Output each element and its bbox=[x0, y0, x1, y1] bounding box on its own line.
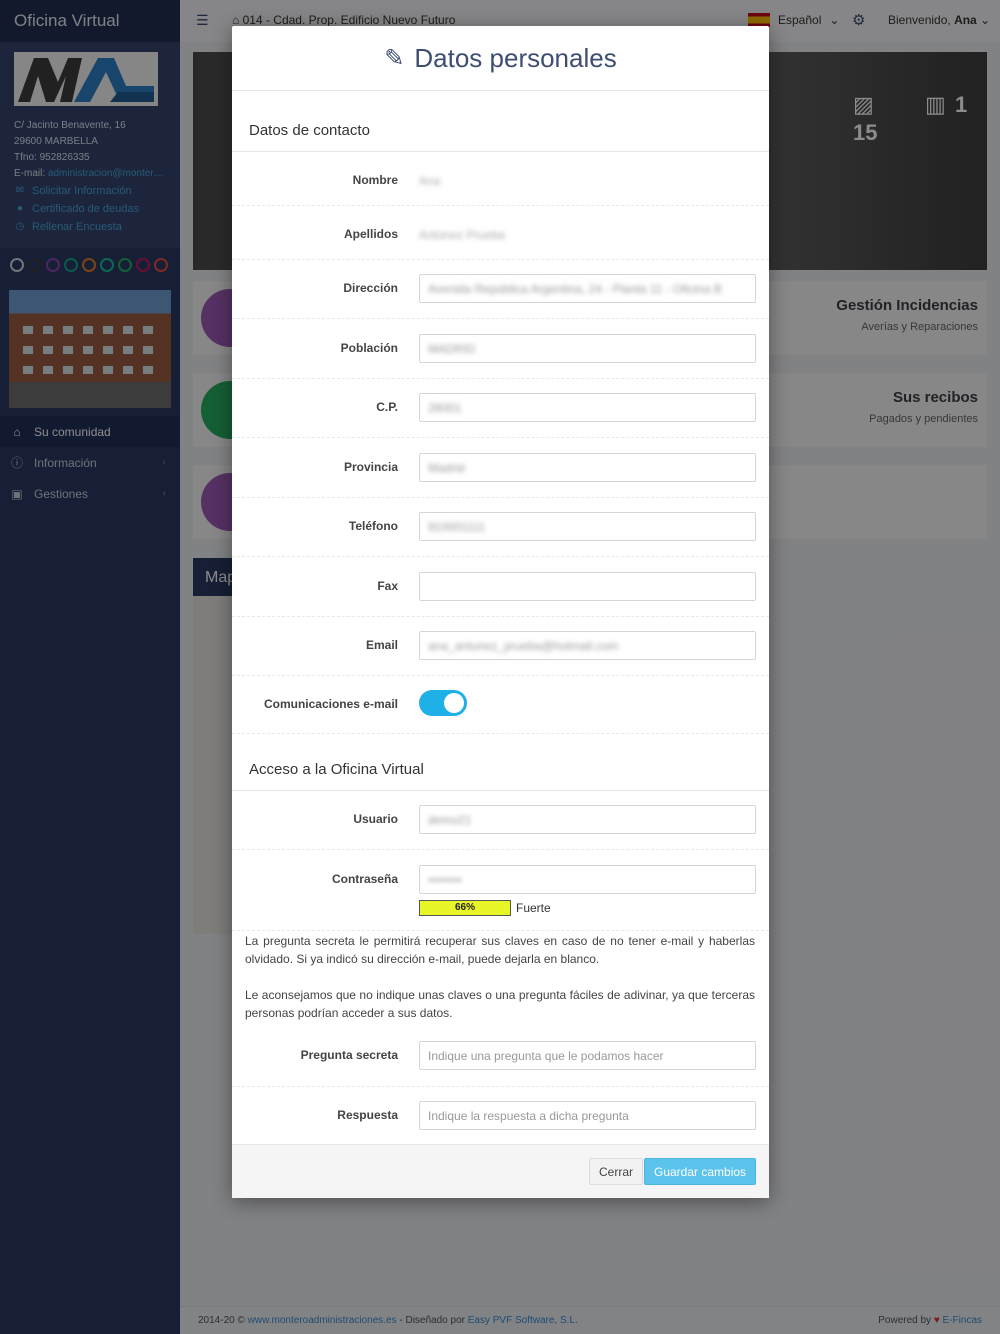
usuario-value: demo21 bbox=[428, 813, 472, 827]
nombre-label: Nombre bbox=[352, 173, 398, 187]
provincia-label: Provincia bbox=[343, 460, 398, 474]
respuesta-label: Respuesta bbox=[337, 1108, 398, 1122]
contact-section-title: Datos de contacto bbox=[249, 122, 370, 139]
secret-answer-input[interactable]: Indique la respuesta a dicha pregunta bbox=[419, 1101, 756, 1130]
security-help-text: La pregunta secreta le permitirá recuper… bbox=[245, 934, 755, 966]
divider bbox=[232, 497, 769, 498]
divider bbox=[232, 1086, 769, 1087]
save-button[interactable]: Guardar cambios bbox=[644, 1158, 757, 1185]
access-section-title: Acceso a la Oficina Virtual bbox=[249, 761, 424, 778]
email-label: Email bbox=[365, 638, 398, 652]
divider bbox=[232, 616, 769, 617]
provincia-input[interactable]: Madrid bbox=[419, 453, 756, 482]
divider bbox=[232, 205, 769, 206]
poblacion-input[interactable]: MADRID bbox=[419, 334, 756, 363]
direccion-label: Dirección bbox=[343, 281, 398, 295]
email-value: ana_antunez_prueba@hotmail.com bbox=[428, 639, 619, 653]
divider bbox=[232, 790, 769, 791]
nombre-value: Ana bbox=[419, 174, 441, 188]
divider bbox=[232, 151, 769, 152]
telefono-label: Teléfono bbox=[348, 519, 398, 533]
telefono-input[interactable]: 910001111 bbox=[419, 512, 756, 541]
pregunta-label: Pregunta secreta bbox=[300, 1048, 398, 1062]
telefono-value: 910001111 bbox=[428, 520, 486, 534]
apellidos-label: Apellidos bbox=[343, 227, 398, 241]
password-input[interactable]: •••••••• bbox=[419, 865, 756, 894]
email-notifications-toggle[interactable] bbox=[419, 690, 467, 716]
toggle-knob bbox=[444, 693, 464, 713]
divider bbox=[232, 259, 769, 260]
direccion-input[interactable]: Avenida República Argentina, 24 - Planta… bbox=[419, 274, 756, 303]
comunicaciones-label: Comunicaciones e-mail bbox=[263, 697, 398, 711]
email-input[interactable]: ana_antunez_prueba@hotmail.com bbox=[419, 631, 756, 660]
pencil-icon: ✎ bbox=[384, 44, 405, 72]
modal-footer: Cerrar Guardar cambios bbox=[232, 1144, 769, 1198]
divider bbox=[232, 437, 769, 438]
password-strength-label: Fuerte bbox=[516, 901, 551, 915]
modal-title: Datos personales bbox=[414, 42, 617, 73]
apellidos-value: Antúnez Prueba bbox=[419, 228, 506, 242]
close-button[interactable]: Cerrar bbox=[589, 1158, 644, 1185]
divider bbox=[232, 318, 769, 319]
modal-header: ✎ Datos personales bbox=[232, 26, 769, 91]
divider bbox=[232, 849, 769, 850]
contrasena-label: Contraseña bbox=[331, 872, 398, 886]
divider bbox=[232, 733, 769, 734]
direccion-value: Avenida República Argentina, 24 - Planta… bbox=[428, 282, 722, 296]
fax-input[interactable] bbox=[419, 572, 756, 601]
poblacion-value: MADRID bbox=[428, 342, 476, 356]
fax-label: Fax bbox=[377, 579, 398, 593]
cp-input[interactable]: 28001 bbox=[419, 393, 756, 422]
cp-value: 28001 bbox=[428, 401, 462, 415]
secret-question-input[interactable]: Indique una pregunta que le podamos hace… bbox=[419, 1041, 756, 1070]
divider bbox=[232, 675, 769, 676]
divider bbox=[232, 930, 769, 931]
password-value: •••••••• bbox=[428, 873, 462, 887]
divider bbox=[232, 556, 769, 557]
poblacion-label: Población bbox=[340, 341, 398, 355]
usuario-input[interactable]: demo21 bbox=[419, 805, 756, 834]
security-advice-text: Le aconsejamos que no indique unas clave… bbox=[245, 988, 755, 1020]
provincia-value: Madrid bbox=[428, 461, 465, 475]
personal-data-modal: ✎ Datos personales Datos de contacto Nom… bbox=[232, 26, 769, 1198]
password-strength-bar: 66% bbox=[419, 900, 511, 916]
cp-label: C.P. bbox=[376, 400, 398, 414]
usuario-label: Usuario bbox=[353, 812, 398, 826]
divider bbox=[232, 378, 769, 379]
